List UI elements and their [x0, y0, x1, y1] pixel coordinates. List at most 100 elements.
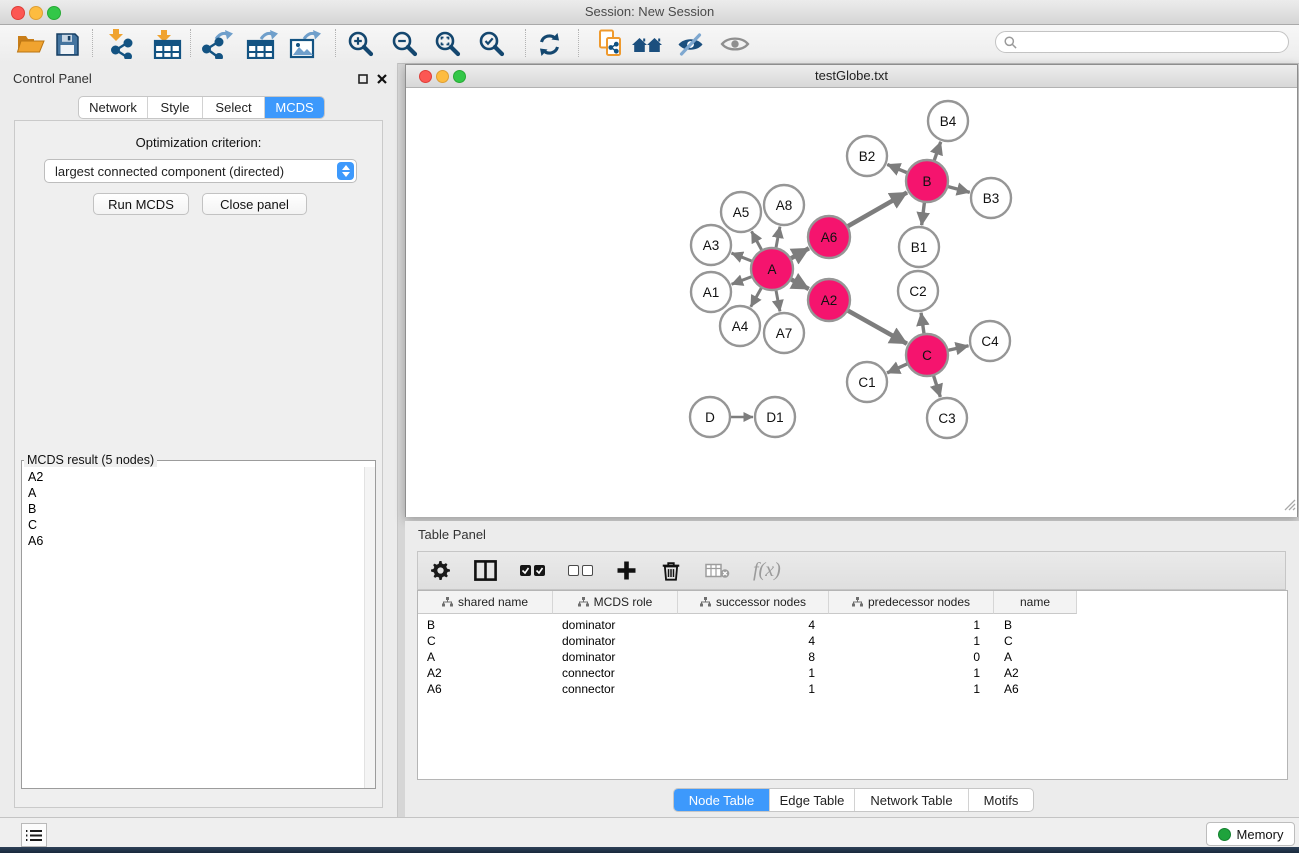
- graph-node-B1[interactable]: B1: [899, 227, 939, 267]
- table-cell[interactable]: A6: [418, 682, 553, 696]
- table-cell[interactable]: B: [418, 618, 553, 632]
- table-cell[interactable]: A2: [994, 666, 1077, 680]
- graph-node-A7[interactable]: A7: [764, 313, 804, 353]
- graph-node-A5[interactable]: A5: [721, 192, 761, 232]
- graph-node-A4[interactable]: A4: [720, 306, 760, 346]
- tab-mcds[interactable]: MCDS: [265, 97, 324, 118]
- delete-table-button[interactable]: [705, 556, 730, 586]
- graph-node-D1[interactable]: D1: [755, 397, 795, 437]
- zoom-selected-button[interactable]: [474, 26, 510, 62]
- table-cell[interactable]: 1: [829, 682, 994, 696]
- table-cell[interactable]: 1: [678, 666, 829, 680]
- tab-style[interactable]: Style: [148, 97, 203, 118]
- result-list-item[interactable]: A: [28, 485, 365, 501]
- table-row[interactable]: A6connector11A6: [418, 681, 1287, 697]
- select-all-button[interactable]: [520, 556, 545, 586]
- function-builder-button[interactable]: f(x): [753, 556, 781, 586]
- graph-node-C4[interactable]: C4: [970, 321, 1010, 361]
- table-cell[interactable]: A6: [994, 682, 1077, 696]
- result-list-item[interactable]: B: [28, 501, 365, 517]
- table-cell[interactable]: 4: [678, 634, 829, 648]
- table-row[interactable]: Adominator80A: [418, 649, 1287, 665]
- refresh-view-button[interactable]: [531, 26, 567, 62]
- result-list-item[interactable]: A6: [28, 533, 365, 549]
- tab-motifs[interactable]: Motifs: [969, 789, 1033, 811]
- export-image-button[interactable]: [287, 26, 323, 62]
- table-cell[interactable]: B: [994, 618, 1077, 632]
- graph-node-A8[interactable]: A8: [764, 185, 804, 225]
- show-panel-button[interactable]: [717, 26, 753, 62]
- close-panel-icon[interactable]: [375, 72, 389, 86]
- add-column-button[interactable]: [616, 556, 637, 586]
- tab-network-table[interactable]: Network Table: [855, 789, 969, 811]
- delete-column-button[interactable]: [660, 556, 682, 586]
- import-table-button[interactable]: [149, 26, 185, 62]
- run-mcds-button[interactable]: Run MCDS: [93, 193, 189, 215]
- graph-node-C3[interactable]: C3: [927, 398, 967, 438]
- table-cell[interactable]: 0: [829, 650, 994, 664]
- zoom-fit-button[interactable]: [430, 26, 466, 62]
- float-panel-icon[interactable]: [356, 72, 370, 86]
- column-header-name[interactable]: name: [994, 591, 1077, 614]
- result-list-item[interactable]: C: [28, 517, 365, 533]
- table-cell[interactable]: 1: [678, 682, 829, 696]
- table-row[interactable]: Bdominator41B: [418, 617, 1287, 633]
- table-cell[interactable]: A: [994, 650, 1077, 664]
- resize-grip-icon[interactable]: [1283, 498, 1296, 516]
- result-scrollbar[interactable]: [364, 467, 375, 788]
- export-table-button[interactable]: [244, 26, 280, 62]
- table-cell[interactable]: connector: [553, 682, 678, 696]
- task-history-button[interactable]: [21, 823, 47, 847]
- table-cell[interactable]: dominator: [553, 618, 678, 632]
- graph-node-C1[interactable]: C1: [847, 362, 887, 402]
- table-cell[interactable]: 1: [829, 634, 994, 648]
- open-session-button[interactable]: [13, 26, 49, 62]
- graph-node-A1[interactable]: A1: [691, 272, 731, 312]
- clone-network-button[interactable]: [593, 26, 629, 62]
- network-canvas[interactable]: B4B2BB3A5A8A6A3AB1A1C2A2A4A7C4CC1C3DD1: [406, 88, 1297, 517]
- save-session-button[interactable]: [49, 26, 85, 62]
- zoom-in-button[interactable]: [343, 26, 379, 62]
- graph-node-C[interactable]: C: [906, 334, 948, 376]
- graph-node-B[interactable]: B: [906, 160, 948, 202]
- graph-node-A6[interactable]: A6: [808, 216, 850, 258]
- result-list-item[interactable]: A2: [28, 469, 365, 485]
- hide-panel-button[interactable]: [672, 26, 708, 62]
- table-cell[interactable]: dominator: [553, 634, 678, 648]
- graph-node-A2[interactable]: A2: [808, 279, 850, 321]
- tab-network[interactable]: Network: [79, 97, 148, 118]
- table-cell[interactable]: 1: [829, 618, 994, 632]
- column-header-predecessor-nodes[interactable]: predecessor nodes: [829, 591, 994, 614]
- column-header-shared-name[interactable]: shared name: [418, 591, 553, 614]
- column-header-mcds-role[interactable]: MCDS role: [553, 591, 678, 614]
- graph-node-D[interactable]: D: [690, 397, 730, 437]
- deselect-all-button[interactable]: [568, 556, 593, 586]
- graph-node-B3[interactable]: B3: [971, 178, 1011, 218]
- table-cell[interactable]: C: [418, 634, 553, 648]
- network-window-titlebar[interactable]: testGlobe.txt: [406, 65, 1297, 88]
- export-network-button[interactable]: [200, 26, 236, 62]
- zoom-out-button[interactable]: [387, 26, 423, 62]
- search-input[interactable]: [1022, 34, 1280, 50]
- table-cell[interactable]: connector: [553, 666, 678, 680]
- table-cell[interactable]: C: [994, 634, 1077, 648]
- table-cell[interactable]: A2: [418, 666, 553, 680]
- table-row[interactable]: A2connector11A2: [418, 665, 1287, 681]
- close-panel-button[interactable]: Close panel: [202, 193, 307, 215]
- tab-select[interactable]: Select: [203, 97, 265, 118]
- memory-button[interactable]: Memory: [1206, 822, 1295, 846]
- import-network-button[interactable]: [103, 26, 139, 62]
- table-cell[interactable]: 1: [829, 666, 994, 680]
- graph-node-B2[interactable]: B2: [847, 136, 887, 176]
- table-row[interactable]: Cdominator41C: [418, 633, 1287, 649]
- home-view-button[interactable]: [629, 26, 665, 62]
- tab-node-table[interactable]: Node Table: [674, 789, 770, 811]
- table-settings-button[interactable]: [430, 556, 451, 586]
- table-cell[interactable]: 4: [678, 618, 829, 632]
- tab-edge-table[interactable]: Edge Table: [770, 789, 855, 811]
- graph-node-A[interactable]: A: [751, 248, 793, 290]
- table-cell[interactable]: A: [418, 650, 553, 664]
- graph-node-A3[interactable]: A3: [691, 225, 731, 265]
- table-cell[interactable]: 8: [678, 650, 829, 664]
- column-header-successor-nodes[interactable]: successor nodes: [678, 591, 829, 614]
